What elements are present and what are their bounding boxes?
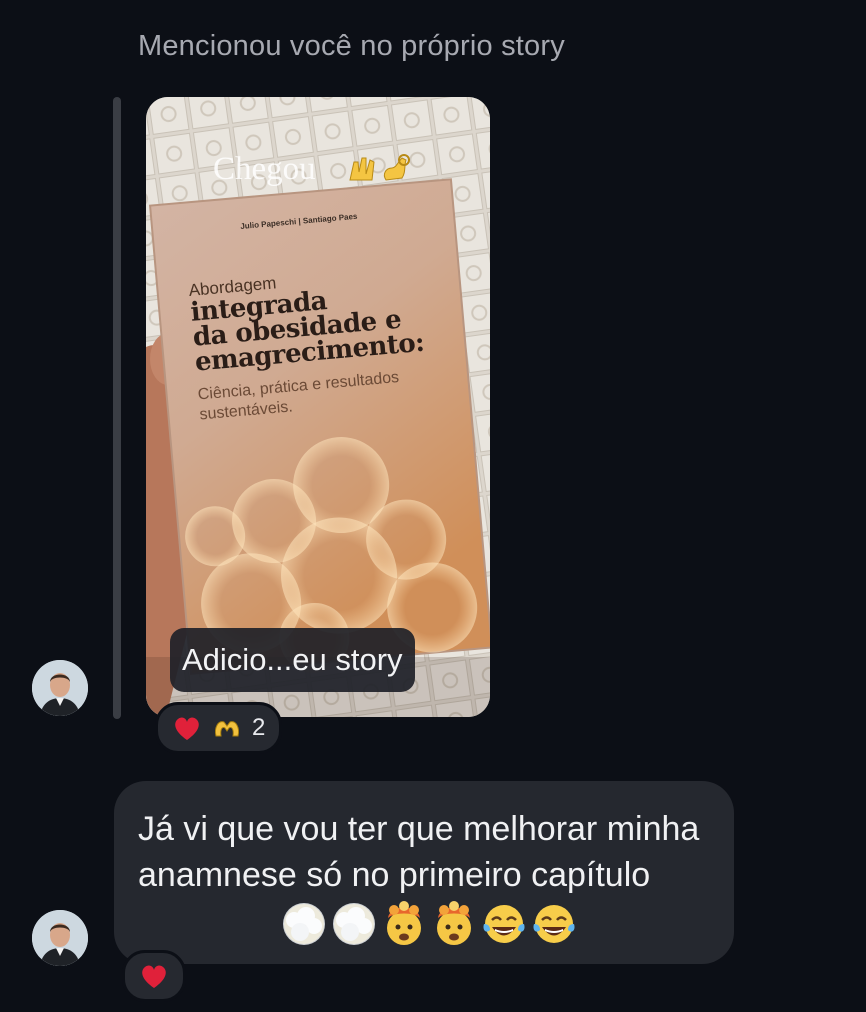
dm-thread: Mencionou você no próprio story Chegou J… [0,0,866,1012]
profile-photo [32,910,88,966]
message-reaction[interactable] [122,950,186,1002]
story-mention-header: Mencionou você no próprio story [138,30,565,62]
red-heart-icon [175,717,199,740]
tears-of-joy-icon [533,905,575,943]
raising-hands-icon [349,154,410,181]
book-cover-title: Abordagem integrada da obesidade e emagr… [188,259,460,425]
add-to-story-button[interactable]: Adicio...eu story [170,628,415,692]
avatar[interactable] [32,660,88,716]
tears-of-joy-icon [483,905,525,943]
story-caption: Chegou [213,151,316,187]
story-reactions[interactable]: 2 [155,702,283,754]
heart-hands-icon [215,721,239,737]
message-text: Já vi que vou ter que melhorar minha ana… [138,810,700,894]
reply-thread-line [113,97,121,719]
avatar[interactable] [32,910,88,966]
story-caption-emoji [346,150,416,191]
reaction-count: 2 [252,714,266,741]
red-heart-icon [142,965,166,988]
exploding-head-icon [437,901,471,945]
exploding-head-icon [387,901,421,945]
fog-face-icon [283,903,325,945]
message-emoji-row [280,900,578,948]
profile-photo [32,660,88,716]
fog-face-icon [333,903,375,945]
